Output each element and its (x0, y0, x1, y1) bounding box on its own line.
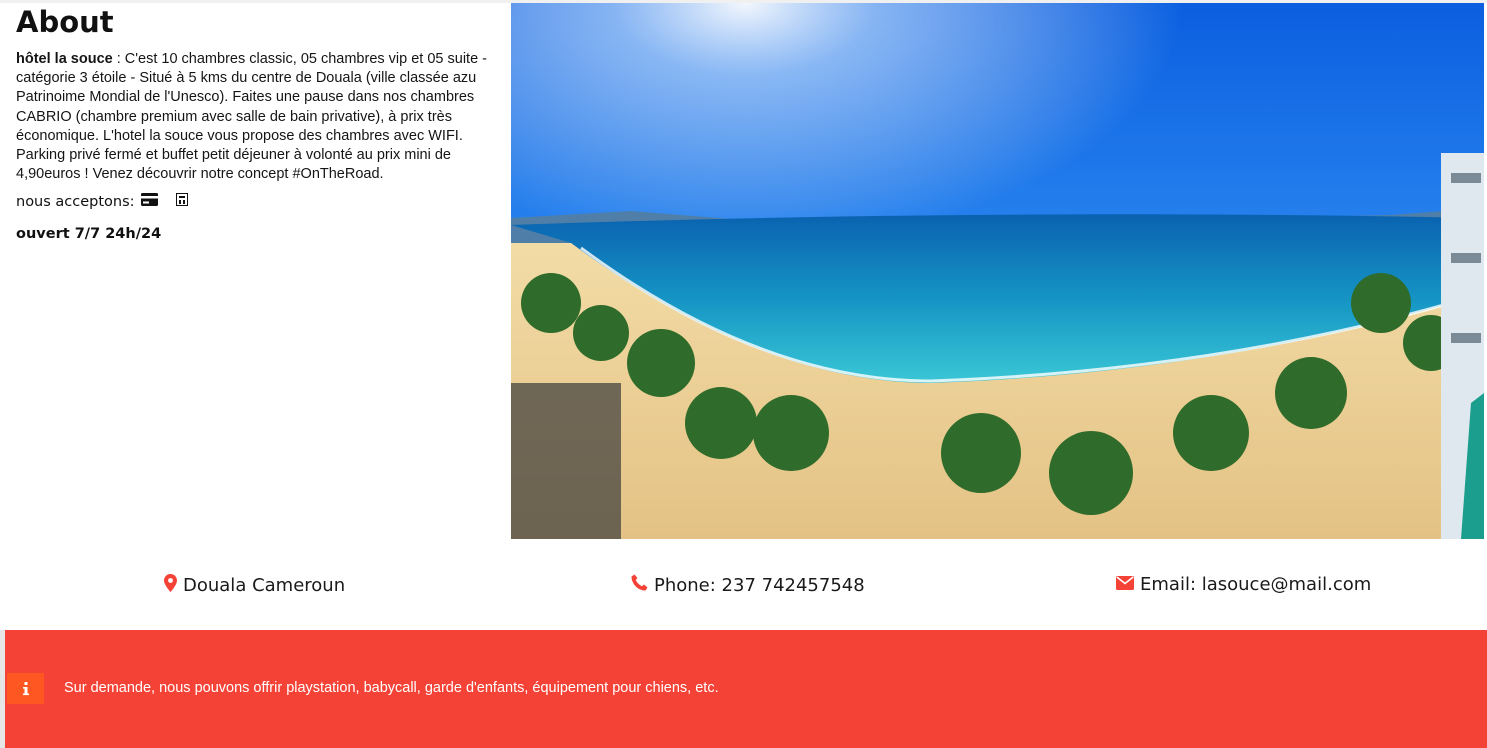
description-text: : C'est 10 chambres classic, 05 chambres… (16, 51, 487, 183)
location-item: Douala Cameroun (164, 574, 345, 597)
about-title: About (16, 5, 114, 39)
credit-card-icon (140, 193, 158, 210)
info-icon (7, 673, 44, 704)
info-notice: Sur demande, nous pouvons offrir playsta… (5, 630, 1487, 748)
email-item: Email: lasouce@mail.com (1116, 574, 1371, 595)
cash-icon (175, 193, 188, 210)
map-marker-icon (164, 574, 183, 597)
opening-hours: ouvert 7/7 24h/24 (16, 226, 162, 243)
phone-icon (631, 574, 654, 596)
phone-text[interactable]: Phone: 237 742457548 (654, 575, 865, 596)
payment-methods: nous acceptons: (16, 193, 496, 210)
phone-item: Phone: 237 742457548 (631, 574, 865, 596)
contact-row: Douala Cameroun Phone: 237 742457548 Ema… (0, 566, 1487, 606)
envelope-icon (1116, 574, 1140, 595)
hotel-name: hôtel la souce (16, 51, 113, 67)
notice-text: Sur demande, nous pouvons offrir playsta… (64, 680, 719, 696)
about-description: hôtel la souce : C'est 10 chambres class… (16, 50, 496, 184)
accept-label: nous acceptons: (16, 193, 135, 210)
beach-panorama-image (511, 3, 1484, 539)
location-text: Douala Cameroun (183, 575, 346, 596)
email-text[interactable]: Email: lasouce@mail.com (1140, 574, 1371, 595)
about-section: About hôtel la souce : C'est 10 chambres… (16, 4, 496, 242)
